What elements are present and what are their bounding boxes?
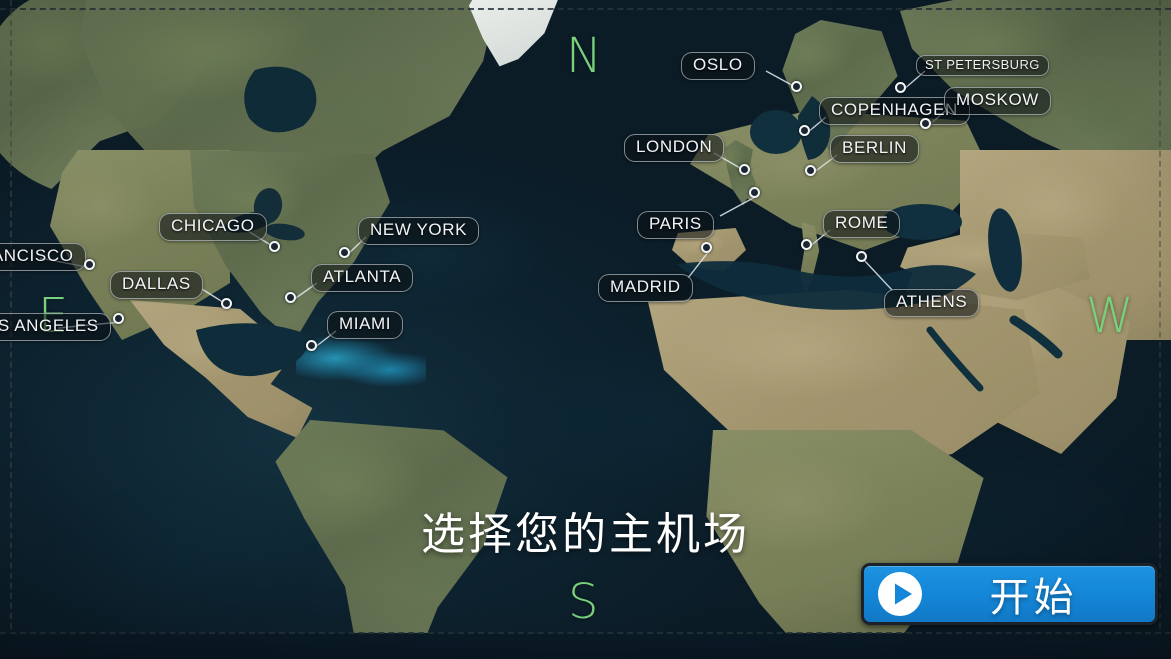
city-marker-london[interactable] (739, 164, 750, 175)
city-marker-new-york[interactable] (339, 247, 350, 258)
compass-south: S (568, 574, 600, 630)
city-label-new-york[interactable]: NEW YORK (358, 217, 480, 245)
compass-west: W (1086, 288, 1135, 344)
city-marker-st-petersburg[interactable] (895, 82, 906, 93)
city-label-athens[interactable]: ATHENS (884, 289, 980, 317)
city-label-st-petersburg[interactable]: ST PETERSBURG (916, 55, 1049, 76)
city-label-atlanta[interactable]: ATLANTA (311, 264, 414, 292)
city-marker-atlanta[interactable] (285, 292, 296, 303)
city-label-miami[interactable]: MIAMI (327, 311, 404, 339)
city-label-los-angeles[interactable]: LOS ANGELES (0, 313, 111, 341)
city-marker-oslo[interactable] (791, 81, 802, 92)
city-marker-copenhagen[interactable] (799, 125, 810, 136)
start-button-label: 开始 (989, 575, 1078, 621)
city-marker-francisco[interactable] (84, 259, 95, 270)
city-marker-los-angeles[interactable] (113, 313, 124, 324)
play-icon (874, 568, 926, 620)
city-marker-miami[interactable] (306, 340, 317, 351)
hudson-bay (244, 66, 317, 133)
compass-north: N (566, 28, 603, 84)
city-marker-chicago[interactable] (269, 241, 280, 252)
city-label-berlin[interactable]: BERLIN (830, 135, 920, 163)
city-label-moskow[interactable]: MOSKOW (944, 87, 1051, 115)
city-marker-paris[interactable] (749, 187, 760, 198)
city-label-madrid[interactable]: MADRID (598, 274, 693, 302)
start-button[interactable]: 开始 (861, 563, 1158, 625)
city-label-oslo[interactable]: OSLO (681, 52, 755, 80)
city-label-london[interactable]: LONDON (624, 134, 725, 162)
north-sea (750, 110, 802, 154)
city-marker-dallas[interactable] (221, 298, 232, 309)
city-marker-berlin[interactable] (805, 165, 816, 176)
persian-gulf (1009, 315, 1063, 359)
city-label-dallas[interactable]: DALLAS (110, 271, 203, 299)
city-label-chicago[interactable]: CHICAGO (159, 213, 267, 241)
page-title: 选择您的主机场 (421, 509, 750, 560)
caspian-sea (988, 208, 1022, 292)
gulf-of-mexico (196, 323, 312, 377)
city-label-francisco[interactable]: FRANCISCO (0, 243, 86, 271)
city-marker-moskow[interactable] (920, 118, 931, 129)
map-bottom-strip (0, 633, 1171, 659)
city-label-rome[interactable]: ROME (823, 210, 901, 238)
city-marker-athens[interactable] (856, 251, 867, 262)
red-sea (926, 326, 984, 392)
city-leader-line (719, 195, 758, 217)
city-label-paris[interactable]: PARIS (637, 211, 714, 239)
city-marker-madrid[interactable] (701, 242, 712, 253)
city-marker-rome[interactable] (801, 239, 812, 250)
home-airport-selection-screen: N S E W FRANCISCOLOS ANGELESCHICAGODALLA… (0, 0, 1171, 659)
